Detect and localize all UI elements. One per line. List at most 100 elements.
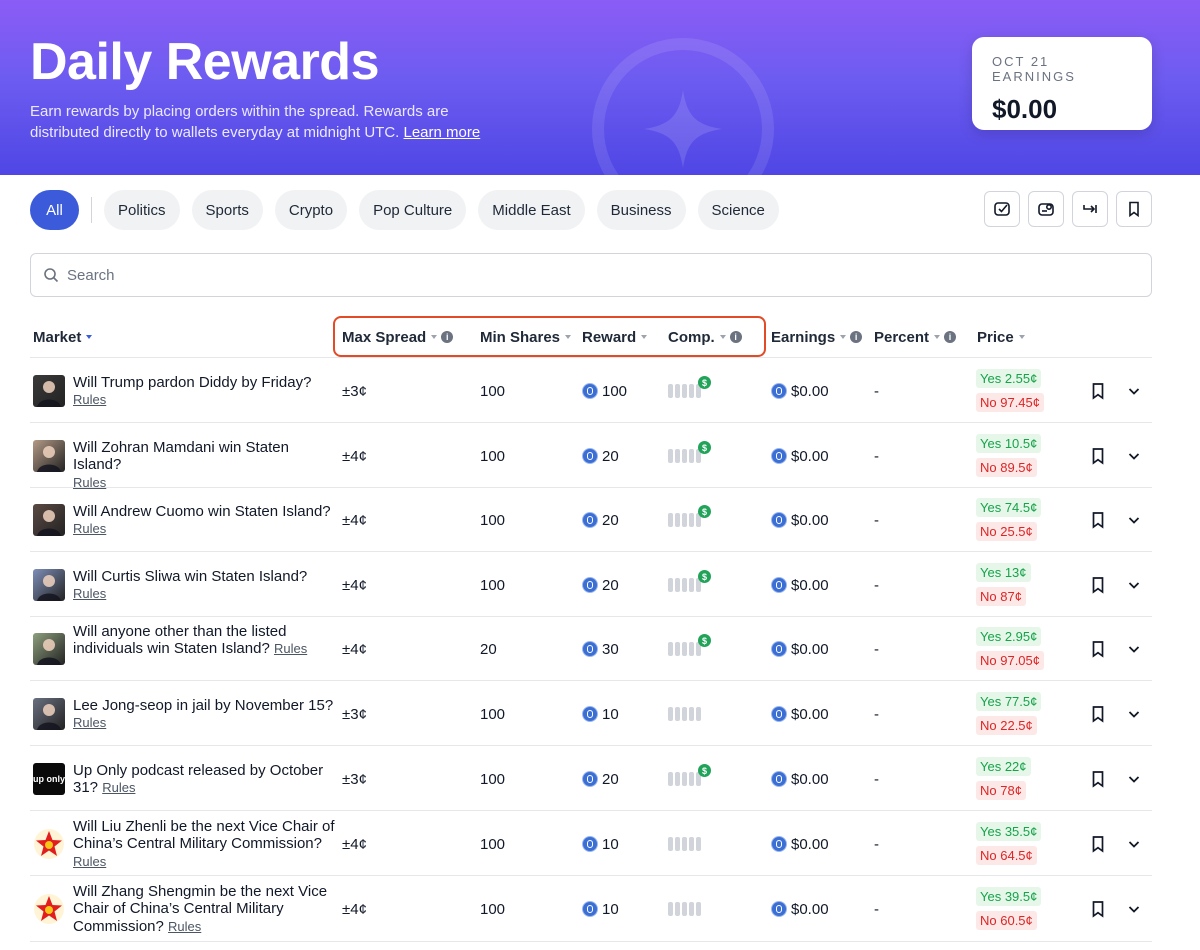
price-no-badge[interactable]: No 97.45¢	[976, 393, 1044, 412]
market-title[interactable]: Will Curtis Sliwa win Staten Island? Rule…	[73, 568, 341, 603]
chevron-down-icon[interactable]	[1126, 771, 1142, 787]
bookmark-icon[interactable]	[1089, 382, 1107, 400]
bookmark-icon[interactable]	[1089, 447, 1107, 465]
bookmark-icon[interactable]	[1089, 770, 1107, 788]
checkbox-icon[interactable]	[984, 191, 1020, 227]
star-emblem-icon	[592, 38, 774, 175]
price-no-badge[interactable]: No 78¢	[976, 781, 1026, 800]
market-title-text[interactable]: Will Curtis Sliwa win Staten Island?	[73, 568, 307, 585]
min-shares-cell: 100	[480, 770, 505, 788]
price-yes-badge[interactable]: Yes 35.5¢	[976, 822, 1042, 841]
market-title-text[interactable]: Will Liu Zhenli be the next Vice Chair o…	[73, 818, 335, 853]
rules-link[interactable]: Rules	[102, 780, 135, 795]
chevron-down-icon[interactable]	[1126, 901, 1142, 917]
market-title[interactable]: Will Andrew Cuomo win Staten Island? Rule…	[73, 503, 341, 538]
col-percent[interactable]: Percent i	[874, 327, 957, 347]
table-row[interactable]: Will Zohran Mamdani win Staten Island? Ru…	[30, 423, 1152, 490]
market-title[interactable]: Up Only podcast released by October 31? …	[73, 762, 341, 797]
price-yes-badge[interactable]: Yes 13¢	[976, 563, 1031, 582]
market-title[interactable]: Will Zohran Mamdani win Staten Island? Ru…	[73, 439, 341, 492]
filter-business[interactable]: Business	[596, 190, 686, 230]
bookmark-icon[interactable]	[1089, 576, 1107, 594]
table-row[interactable]: Will Zhang Shengmin be the next Vice Cha…	[30, 876, 1152, 942]
learn-more-link[interactable]: Learn more	[404, 124, 481, 141]
chevron-down-icon[interactable]	[1126, 383, 1142, 399]
market-title-text[interactable]: Will Trump pardon Diddy by Friday?	[73, 374, 311, 391]
chevron-down-icon[interactable]	[1126, 448, 1142, 464]
filter-crypto[interactable]: Crypto	[274, 190, 348, 230]
bookmark-icon[interactable]	[1116, 191, 1152, 227]
price-no-badge[interactable]: No 22.5¢	[976, 716, 1037, 735]
chevron-down-icon[interactable]	[1126, 706, 1142, 722]
rules-link[interactable]: Rules	[73, 854, 106, 869]
bookmark-icon[interactable]	[1089, 835, 1107, 853]
filter-middle-east[interactable]: Middle East	[478, 190, 585, 230]
col-reward[interactable]: Reward	[582, 327, 648, 347]
price-no-badge[interactable]: No 25.5¢	[976, 522, 1037, 541]
price-no-badge[interactable]: No 87¢	[976, 587, 1026, 606]
price-no-badge[interactable]: No 64.5¢	[976, 846, 1037, 865]
filter-science[interactable]: Science	[697, 190, 779, 230]
min-shares-cell-value: 100	[480, 705, 506, 723]
filter-sports[interactable]: Sports	[191, 190, 263, 230]
info-icon[interactable]: i	[441, 331, 454, 343]
rules-link[interactable]: Rules	[274, 641, 307, 656]
price-yes-badge[interactable]: Yes 74.5¢	[976, 498, 1042, 517]
price-no-badge[interactable]: No 97.05¢	[976, 651, 1044, 670]
wallet-check-icon[interactable]	[1028, 191, 1064, 227]
market-title[interactable]: Will anyone other than the listed indivi…	[73, 623, 341, 658]
market-title[interactable]: Will Trump pardon Diddy by Friday? Rules	[73, 374, 341, 409]
price-yes-badge[interactable]: Yes 77.5¢	[976, 692, 1042, 711]
competition-bar	[682, 384, 687, 398]
market-title[interactable]: Will Liu Zhenli be the next Vice Chair o…	[73, 818, 341, 871]
market-title[interactable]: Lee Jong-seop in jail by November 15? Rul…	[73, 697, 341, 732]
bookmark-icon[interactable]	[1089, 511, 1107, 529]
chevron-down-icon[interactable]	[1126, 512, 1142, 528]
chevron-down-icon[interactable]	[1126, 641, 1142, 657]
col-max-spread[interactable]: Max Spread i	[342, 327, 454, 347]
filter-politics[interactable]: Politics	[104, 190, 180, 230]
bookmark-icon[interactable]	[1089, 900, 1107, 918]
rules-link[interactable]: Rules	[73, 586, 106, 601]
table-row[interactable]: Will Liu Zhenli be the next Vice Chair o…	[30, 811, 1152, 876]
arrow-right-icon[interactable]	[1072, 191, 1108, 227]
info-icon[interactable]: i	[729, 331, 742, 343]
chevron-down-icon[interactable]	[1126, 836, 1142, 852]
rules-link[interactable]: Rules	[168, 919, 201, 934]
price-yes-badge[interactable]: Yes 2.55¢	[976, 369, 1042, 388]
rules-link[interactable]: Rules	[73, 521, 106, 536]
col-min-shares[interactable]: Min Shares	[480, 327, 572, 347]
col-comp[interactable]: Comp. i	[668, 327, 742, 347]
table-row[interactable]: Will Curtis Sliwa win Staten Island? Rule…	[30, 552, 1152, 617]
max-spread-cell: ±4¢	[342, 447, 367, 465]
info-icon[interactable]: i	[850, 331, 863, 343]
chevron-down-icon[interactable]	[1126, 577, 1142, 593]
price-no-badge[interactable]: No 60.5¢	[976, 911, 1037, 930]
price-yes-badge[interactable]: Yes 10.5¢	[976, 434, 1042, 453]
rules-link[interactable]: Rules	[73, 715, 106, 730]
table-row[interactable]: Will Andrew Cuomo win Staten Island? Rule…	[30, 488, 1152, 552]
col-earnings[interactable]: Earnings i	[771, 327, 863, 347]
market-title-text[interactable]: Lee Jong-seop in jail by November 15?	[73, 697, 333, 714]
bookmark-icon[interactable]	[1089, 640, 1107, 658]
market-title-text[interactable]: Will Andrew Cuomo win Staten Island?	[73, 503, 331, 520]
col-market[interactable]: Market	[33, 327, 93, 347]
price-yes-badge[interactable]: Yes 2.95¢	[976, 627, 1042, 646]
search-input[interactable]	[67, 266, 1067, 284]
filter-pop-culture[interactable]: Pop Culture	[359, 190, 467, 230]
table-row[interactable]: up only Up Only podcast released by Octob…	[30, 746, 1152, 811]
market-title-text[interactable]: Will Zohran Mamdani win Staten Island?	[73, 439, 289, 474]
filter-all[interactable]: All	[30, 190, 79, 230]
info-icon[interactable]: i	[944, 331, 957, 343]
bookmark-icon[interactable]	[1089, 705, 1107, 723]
market-title[interactable]: Will Zhang Shengmin be the next Vice Cha…	[73, 883, 341, 936]
price-no-badge[interactable]: No 89.5¢	[976, 458, 1037, 477]
col-price[interactable]: Price	[977, 327, 1025, 347]
price-yes-badge[interactable]: Yes 22¢	[976, 757, 1031, 776]
table-row[interactable]: Will Trump pardon Diddy by Friday? Rules ±…	[30, 358, 1152, 423]
price-yes-badge[interactable]: Yes 39.5¢	[976, 887, 1042, 906]
rules-link[interactable]: Rules	[73, 392, 106, 407]
table-row[interactable]: Will anyone other than the listed indivi…	[30, 617, 1152, 681]
table-row[interactable]: Lee Jong-seop in jail by November 15? Rul…	[30, 681, 1152, 746]
market-title-text[interactable]: Will anyone other than the listed indivi…	[73, 623, 286, 658]
